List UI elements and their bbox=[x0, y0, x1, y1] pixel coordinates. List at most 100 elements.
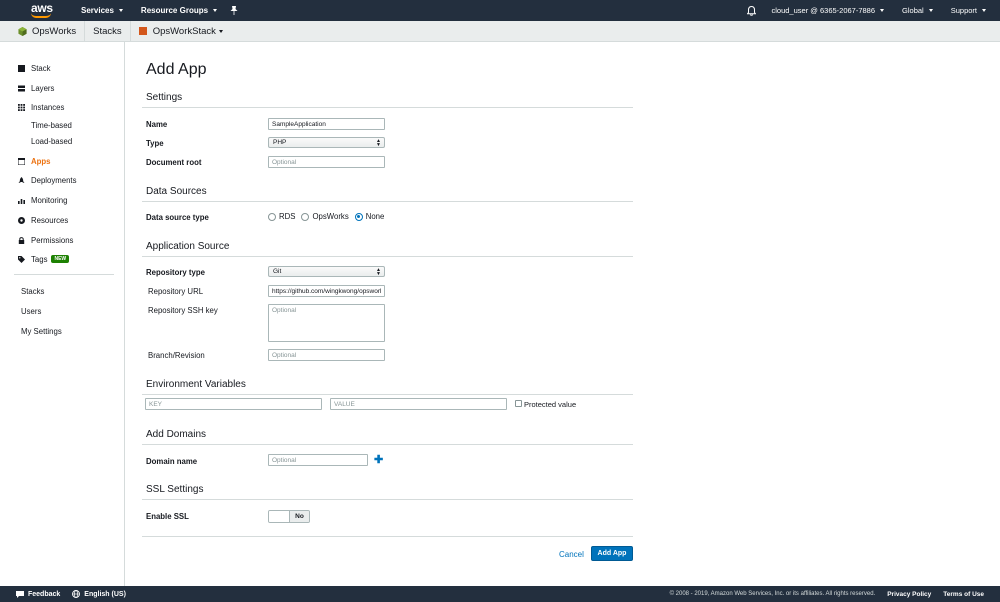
bell-icon bbox=[747, 5, 756, 16]
main-content: Add App Settings Name Type PHP ▲▼ Docume… bbox=[126, 42, 1000, 586]
resources-icon bbox=[18, 216, 25, 224]
sidebar-item-label: Permissions bbox=[31, 235, 74, 245]
lock-icon bbox=[18, 236, 25, 244]
document-root-label: Document root bbox=[146, 158, 202, 167]
sidebar-item-load-based[interactable]: Load-based bbox=[31, 135, 72, 147]
copyright-text: © 2008 - 2019, Amazon Web Services, Inc.… bbox=[669, 591, 876, 597]
account-menu[interactable]: cloud_user @ 6365-2067-7886 bbox=[763, 0, 894, 21]
breadcrumb-stacks[interactable]: Stacks bbox=[85, 20, 131, 42]
language-selector[interactable]: English (US) bbox=[66, 590, 132, 598]
add-app-button[interactable]: Add App bbox=[591, 546, 633, 561]
name-input[interactable] bbox=[268, 118, 385, 130]
sidebar-item-label: Load-based bbox=[31, 136, 73, 146]
sidebar-item-time-based[interactable]: Time-based bbox=[31, 119, 72, 131]
sidebar-item-resources[interactable]: Resources bbox=[18, 214, 68, 226]
radio-none-label[interactable]: None bbox=[366, 212, 385, 221]
document-root-input[interactable] bbox=[268, 156, 385, 168]
repository-ssh-key-textarea[interactable] bbox=[268, 304, 385, 342]
radio-opsworks[interactable] bbox=[301, 212, 310, 221]
sidebar-item-instances[interactable]: Instances bbox=[18, 101, 64, 113]
sidebar-item-deployments[interactable]: Deployments bbox=[18, 174, 77, 186]
monitoring-icon bbox=[18, 198, 25, 204]
radio-opsworks-label[interactable]: OpsWorks bbox=[312, 212, 348, 221]
cancel-button[interactable]: Cancel bbox=[559, 550, 584, 559]
pin-icon bbox=[230, 6, 238, 15]
radio-none[interactable] bbox=[354, 212, 363, 221]
account-label: cloud_user @ 6365-2067-7886 bbox=[771, 6, 876, 15]
radio-rds-label[interactable]: RDS bbox=[279, 212, 295, 221]
pin-button[interactable] bbox=[226, 0, 242, 21]
type-label: Type bbox=[146, 139, 164, 148]
chevron-down-icon bbox=[880, 9, 885, 12]
notifications-button[interactable] bbox=[741, 5, 763, 16]
env-key-input[interactable] bbox=[145, 398, 322, 410]
layers-icon bbox=[18, 85, 25, 91]
region-menu[interactable]: Global bbox=[893, 0, 942, 21]
sidebar-item-label: Apps bbox=[31, 156, 51, 166]
toggle-value: No bbox=[290, 511, 309, 522]
section-divider bbox=[142, 444, 633, 445]
select-arrows-icon: ▲ ▼ bbox=[376, 138, 381, 148]
branch-revision-input[interactable] bbox=[268, 349, 385, 361]
sidebar-item-label: Time-based bbox=[31, 120, 72, 130]
repository-type-value: Git bbox=[273, 268, 282, 275]
name-label: Name bbox=[146, 120, 168, 129]
aws-logo[interactable]: aws bbox=[0, 0, 62, 21]
region-label: Global bbox=[902, 6, 924, 15]
services-menu[interactable]: Services bbox=[72, 0, 132, 21]
stack-icon bbox=[18, 64, 25, 72]
protected-value-label[interactable]: Protected value bbox=[524, 400, 576, 409]
sidebar-item-label: My Settings bbox=[21, 326, 62, 336]
services-label: Services bbox=[81, 6, 114, 15]
sidebar-item-monitoring[interactable]: Monitoring bbox=[18, 194, 67, 206]
breadcrumb-stack-selector[interactable]: OpsWorkStack bbox=[131, 21, 231, 42]
domain-name-input[interactable] bbox=[268, 454, 368, 466]
sidebar-item-label: Layers bbox=[31, 83, 55, 93]
top-nav: aws Services Resource Groups cloud_user … bbox=[0, 0, 1000, 21]
stack-color-icon bbox=[138, 27, 147, 35]
sidebar-item-users[interactable]: Users bbox=[21, 305, 41, 317]
protected-value-checkbox[interactable] bbox=[515, 400, 522, 407]
repository-type-select[interactable]: Git ▲ ▼ bbox=[268, 266, 385, 277]
deployments-icon bbox=[18, 176, 25, 183]
sidebar-item-apps[interactable]: Apps bbox=[18, 155, 51, 167]
feedback-button[interactable]: Feedback bbox=[0, 590, 66, 598]
type-select[interactable]: PHP ▲ ▼ bbox=[268, 137, 385, 148]
enable-ssl-label: Enable SSL bbox=[146, 512, 189, 521]
sidebar-item-label: Resources bbox=[31, 215, 69, 225]
add-domain-plus-icon[interactable]: ✚ bbox=[374, 455, 383, 466]
sidebar-item-stack[interactable]: Stack bbox=[18, 62, 51, 74]
sidebar-item-layers[interactable]: Layers bbox=[18, 82, 54, 94]
chevron-down-icon bbox=[118, 9, 123, 12]
privacy-policy-link[interactable]: Privacy Policy bbox=[887, 591, 931, 598]
sidebar-item-permissions[interactable]: Permissions bbox=[18, 234, 73, 246]
page-title: Add App bbox=[146, 61, 207, 78]
support-menu[interactable]: Support bbox=[942, 0, 1000, 21]
repository-url-input[interactable] bbox=[268, 285, 385, 297]
sidebar-item-stacks[interactable]: Stacks bbox=[21, 285, 44, 297]
resource-groups-menu[interactable]: Resource Groups bbox=[132, 0, 226, 21]
type-select-value: PHP bbox=[273, 139, 287, 146]
language-label: English (US) bbox=[84, 590, 126, 598]
resource-groups-label: Resource Groups bbox=[140, 6, 209, 15]
radio-rds[interactable] bbox=[268, 212, 276, 221]
section-divider bbox=[142, 201, 633, 202]
repository-type-label: Repository type bbox=[146, 268, 205, 277]
chevron-down-icon bbox=[218, 29, 223, 33]
sidebar-item-tags[interactable]: Tags NEW bbox=[18, 253, 70, 265]
breadcrumb-opsworks[interactable]: OpsWorks bbox=[0, 20, 86, 42]
repository-ssh-key-label: Repository SSH key bbox=[148, 306, 218, 315]
env-value-input[interactable] bbox=[330, 398, 507, 410]
section-divider bbox=[142, 256, 633, 257]
sidebar-item-label: Stacks bbox=[21, 286, 45, 296]
breadcrumb-opsworks-label: OpsWorks bbox=[32, 25, 77, 37]
instances-icon bbox=[18, 103, 25, 111]
sidebar-item-label: Tags bbox=[31, 254, 48, 264]
enable-ssl-toggle[interactable]: No bbox=[268, 510, 310, 523]
environment-variables-heading: Environment Variables bbox=[146, 379, 246, 390]
sidebar-item-my-settings[interactable]: My Settings bbox=[21, 325, 62, 337]
sidebar-item-label: Monitoring bbox=[31, 195, 68, 205]
data-source-type-label: Data source type bbox=[146, 213, 209, 222]
terms-of-use-link[interactable]: Terms of Use bbox=[943, 591, 984, 598]
sidebar-item-label: Users bbox=[21, 306, 42, 316]
